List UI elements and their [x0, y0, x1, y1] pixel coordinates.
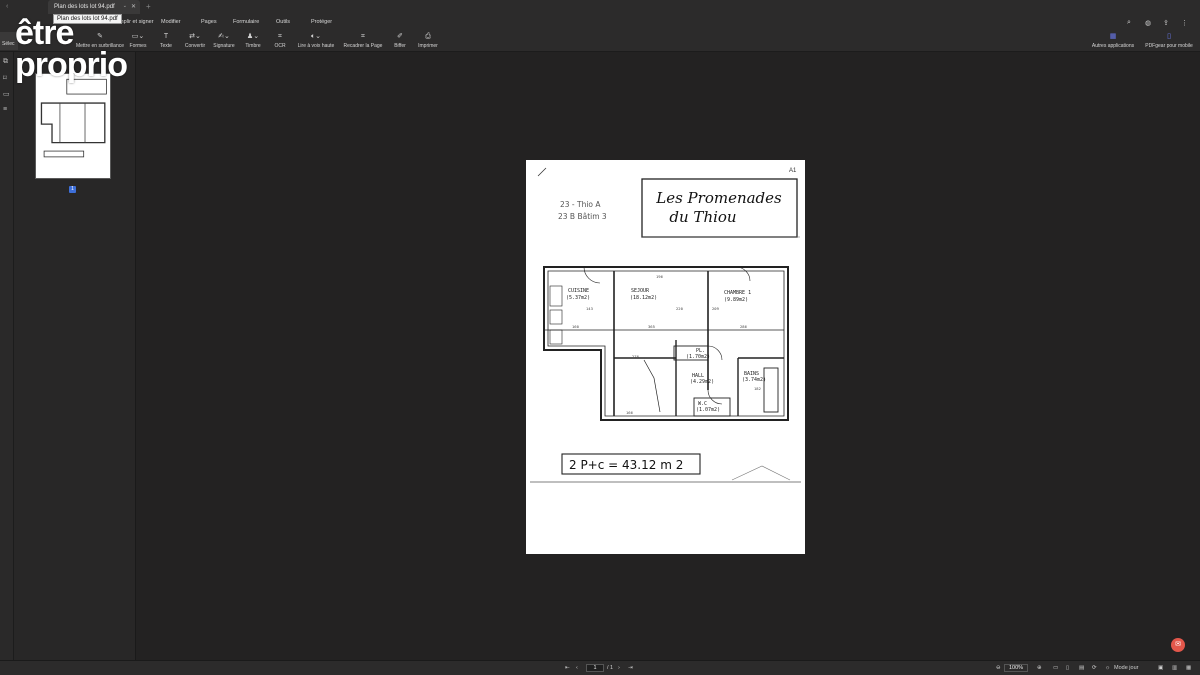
assistant-icon[interactable]: ✉ — [1171, 638, 1185, 652]
globe-icon[interactable]: ◍ — [1145, 19, 1151, 27]
prev-page-icon[interactable]: ‹ — [576, 665, 578, 671]
crop-icon: ⌗ — [361, 33, 365, 40]
corner-ref: A1 — [789, 168, 797, 174]
read-aloud-tool[interactable]: 🔈︎⌄ Lire à voix haute — [296, 32, 336, 49]
dimension-label: 143 — [586, 306, 593, 311]
comments-icon[interactable]: ▭ — [3, 90, 10, 98]
chevron-down-icon[interactable]: ⌄ — [123, 3, 127, 9]
print-icon: ⎙ — [425, 33, 431, 40]
room-living-area: (18.12m2) — [630, 295, 657, 301]
menu-modify[interactable]: Modifier — [161, 19, 181, 25]
read-aloud-icon: 🔈︎⌄ — [310, 33, 322, 40]
menu-form[interactable]: Formulaire — [233, 19, 259, 25]
floor-plan: A1 Les Promenades du Thiou 23 - Thio A 2… — [530, 167, 801, 483]
first-page-icon[interactable]: ⇤ — [565, 665, 570, 671]
dimension-label: 160 — [572, 324, 580, 329]
page-total: / 1 — [607, 665, 614, 671]
room-bedroom-area: (9.89m2) — [724, 297, 748, 303]
apps-icon: ▦ — [1109, 33, 1117, 40]
thumbnails-icon[interactable]: ⧉ — [3, 58, 8, 66]
room-bath-area: (3.74m2) — [742, 377, 766, 383]
room-closet-area: (1.70m2) — [686, 354, 710, 360]
header-title: Les Promenades — [655, 189, 782, 207]
ocr-tool[interactable]: ⌗ OCR — [260, 32, 300, 49]
zoom-out-icon[interactable]: ⊖ — [996, 665, 1001, 671]
bookmark-icon[interactable]: ⌑ — [3, 74, 7, 82]
dimension-label: 220 — [676, 306, 684, 311]
zoom-level[interactable]: 100% — [1004, 664, 1028, 672]
etre-proprio-logo: être proprio — [15, 14, 128, 84]
thumbnail-page-number[interactable]: 1 — [69, 186, 76, 193]
hand-note-1: 23 - Thio A — [560, 200, 601, 209]
view-mode-label[interactable]: Mode jour — [1114, 665, 1138, 671]
menu-pages[interactable]: Pages — [201, 19, 217, 25]
room-living: SEJOUR — [631, 288, 650, 294]
search-icon[interactable]: ⌕ — [1127, 19, 1131, 27]
last-page-icon[interactable]: ⇥ — [628, 665, 633, 671]
dimension-label: 166 — [626, 410, 634, 415]
print-tool[interactable]: ⎙ Imprimer — [408, 32, 448, 49]
layout-scroll-icon[interactable]: ▦ — [1186, 665, 1191, 671]
summary-text: 2 P+c = 43.12 m 2 — [569, 458, 683, 472]
back-icon[interactable]: ‹ — [6, 3, 8, 10]
dimension-label: 276 — [632, 354, 640, 359]
menu-bar: Remplir et signer Modifier Pages Formula… — [0, 14, 1200, 30]
share-icon[interactable]: ⇪ — [1163, 19, 1169, 27]
room-kitchen: CUISINE — [568, 288, 589, 294]
left-sidebar: ⧉ ⌑ ▭ ≡ — [0, 52, 14, 660]
fit-width-icon[interactable]: ▯ — [1066, 665, 1069, 671]
new-tab-icon[interactable]: + — [146, 2, 151, 11]
room-bedroom: CHAMBRE 1 — [724, 290, 751, 296]
mobile-app-button[interactable]: ▯ PDFgear pour mobile — [1143, 32, 1195, 49]
zoom-in-icon[interactable]: ⊕ — [1037, 665, 1042, 671]
tab-title: Plan des lots lot 94.pdf — [54, 4, 115, 10]
thumbnail-preview — [36, 74, 110, 178]
dimension-label: 365 — [648, 324, 655, 329]
thumbnail-panel: 1 — [14, 52, 136, 660]
dimension-label: 182 — [754, 386, 761, 391]
pdf-page[interactable]: A1 Les Promenades du Thiou 23 - Thio A 2… — [526, 160, 805, 554]
fit-page-icon[interactable]: ▭ — [1053, 665, 1058, 671]
hand-note-2: 23 B Bâtim 3 — [558, 212, 607, 221]
document-viewer[interactable]: A1 Les Promenades du Thiou 23 - Thio A 2… — [137, 52, 1200, 660]
crop-tool[interactable]: ⌗ Recadrer la Page — [343, 32, 383, 49]
room-kitchen-area: (5.37m2) — [566, 295, 590, 301]
other-apps-button[interactable]: ▦ Autres applications — [1089, 32, 1137, 49]
single-page-icon[interactable]: ▤ — [1079, 665, 1084, 671]
menu-tools[interactable]: Outils — [276, 19, 290, 25]
more-icon[interactable]: ⋮ — [1181, 19, 1188, 27]
room-hall-area: (4.29m2) — [690, 379, 714, 385]
next-page-icon[interactable]: › — [618, 665, 620, 671]
rotate-icon[interactable]: ⟳ — [1092, 665, 1097, 671]
document-tab[interactable]: Plan des lots lot 94.pdf ⌄ ✕ — [48, 0, 140, 14]
layout-single-icon[interactable]: ▣ — [1158, 665, 1163, 671]
layout-double-icon[interactable]: ▥ — [1172, 665, 1177, 671]
dimension-label: 196 — [656, 274, 664, 279]
room-wc-area: (1.07m2) — [696, 407, 720, 413]
menu-protect[interactable]: Protéger — [311, 19, 332, 25]
status-bar: ⇤ ‹ 1 / 1 › ⇥ ⊖ 100% ⊕ ▭ ▯ ▤ ⟳ ☼ Mode jo… — [0, 660, 1200, 675]
page-number-input[interactable]: 1 — [586, 664, 604, 672]
close-icon[interactable]: ✕ — [131, 3, 136, 10]
toolbar: ✎ Mettre en surbrillance ▭⌄ Formes T Tex… — [0, 30, 1200, 52]
dimension-label: 286 — [740, 324, 748, 329]
header-subtitle: du Thiou — [669, 208, 736, 226]
ocr-icon: ⌗ — [278, 33, 282, 40]
mobile-icon: ▯ — [1167, 33, 1171, 40]
layers-icon[interactable]: ≡ — [3, 106, 7, 113]
view-mode-icon[interactable]: ☼ — [1105, 665, 1110, 671]
dimension-label: 209 — [712, 306, 720, 311]
page-thumbnail[interactable] — [35, 73, 111, 179]
title-bar: ‹ Plan des lots lot 94.pdf ⌄ ✕ + — [0, 0, 1200, 14]
